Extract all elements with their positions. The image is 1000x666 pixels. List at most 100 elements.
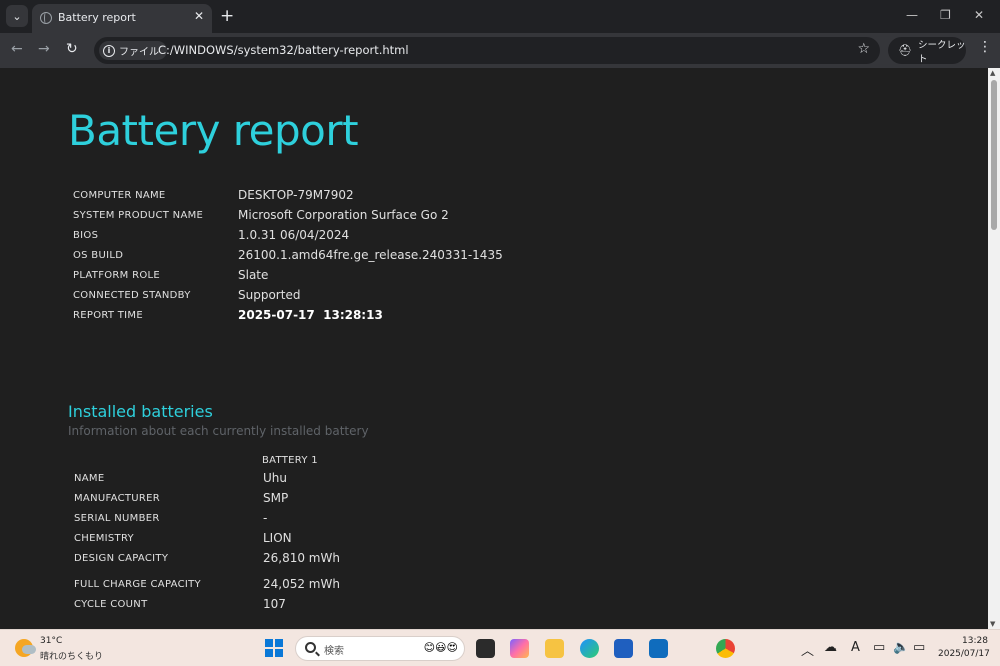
file-explorer-icon[interactable]: [545, 639, 564, 658]
copilot-icon[interactable]: [510, 639, 529, 658]
info-row: CONNECTED STANDBY Supported: [73, 288, 673, 310]
table-row: CHEMISTRY LION: [74, 531, 674, 553]
display-icon[interactable]: ▭: [873, 640, 885, 655]
address-bar[interactable]: i ファイル C:/WINDOWS/system32/battery-repor…: [94, 37, 880, 64]
page-scrollbar[interactable]: ▲ ▼: [988, 68, 1000, 629]
clock-time[interactable]: 13:28: [962, 636, 988, 646]
battery-value: LION: [263, 531, 292, 545]
info-label: COMPUTER NAME: [73, 190, 166, 201]
cloud-icon[interactable]: ☁: [824, 640, 837, 655]
battery-column-header: BATTERY 1: [262, 455, 318, 466]
weather-description[interactable]: 晴れのちくもり: [40, 649, 103, 662]
search-highlight-icon: 😊😃😍: [423, 641, 458, 654]
task-view-icon[interactable]: [476, 639, 495, 658]
search-placeholder: 検索: [324, 646, 344, 657]
more-menu-icon[interactable]: ⋮: [978, 39, 992, 55]
table-row: DESIGN CAPACITY 26,810 mWh: [74, 551, 674, 573]
info-value: Supported: [238, 288, 301, 302]
info-value: 26100.1.amd64fre.ge_release.240331-1435: [238, 248, 503, 262]
reload-button[interactable]: ↻: [66, 41, 78, 57]
minimize-button[interactable]: —: [906, 8, 918, 22]
battery-value: 26,810 mWh: [263, 551, 340, 565]
info-value: Microsoft Corporation Surface Go 2: [238, 208, 449, 222]
back-button[interactable]: ←: [11, 41, 23, 57]
battery-label: NAME: [74, 473, 105, 484]
battery-label: FULL CHARGE CAPACITY: [74, 579, 201, 590]
site-info-chip[interactable]: i ファイル: [99, 41, 167, 60]
edge-icon[interactable]: [580, 639, 599, 658]
chrome-icon[interactable]: [716, 639, 735, 658]
scroll-up-icon[interactable]: ▲: [990, 69, 995, 77]
info-row: COMPUTER NAME DESKTOP-79M7902: [73, 188, 673, 210]
new-tab-button[interactable]: +: [220, 6, 234, 26]
battery-value: Uhu: [263, 471, 287, 485]
battery-value: SMP: [263, 491, 289, 505]
restore-button[interactable]: ❐: [940, 8, 951, 22]
info-row: BIOS 1.0.31 06/04/2024: [73, 228, 673, 250]
forward-button[interactable]: →: [38, 41, 50, 57]
info-row: REPORT TIME 2025-07-17 13:28:13: [73, 308, 673, 330]
section-title: Installed batteries: [68, 402, 213, 421]
battery-label: CYCLE COUNT: [74, 599, 148, 610]
table-row: MANUFACTURER SMP: [74, 491, 674, 513]
clock-date[interactable]: 2025/07/17: [938, 649, 990, 659]
volume-icon[interactable]: 🔈: [893, 640, 909, 655]
globe-icon: [40, 12, 52, 24]
battery-value: 24,052 mWh: [263, 577, 340, 591]
info-value: Slate: [238, 268, 269, 282]
scroll-thumb[interactable]: [991, 80, 997, 230]
info-row: PLATFORM ROLE Slate: [73, 268, 673, 290]
info-label: CONNECTED STANDBY: [73, 290, 191, 301]
tab-title: Battery report: [58, 11, 136, 24]
info-label: SYSTEM PRODUCT NAME: [73, 210, 204, 221]
chip-label: ファイル: [119, 47, 159, 58]
incognito-label: シークレット: [917, 39, 966, 65]
ime-mode-icon[interactable]: A: [851, 640, 860, 655]
table-row: SERIAL NUMBER -: [74, 511, 674, 533]
browser-titlebar: ⌄ Battery report ✕ + — ❐ ✕: [0, 0, 1000, 33]
chevron-down-icon: ⌄: [12, 9, 22, 23]
info-icon: i: [103, 44, 115, 57]
tab-battery-report[interactable]: Battery report ✕: [32, 4, 212, 33]
taskbar-search-box[interactable]: 検索 😊😃😍: [295, 636, 465, 661]
store-icon[interactable]: [614, 639, 633, 658]
windows-start-icon[interactable]: [265, 639, 283, 657]
info-value: DESKTOP-79M7902: [238, 188, 354, 202]
browser-toolbar: ← → ↻ i ファイル C:/WINDOWS/system32/battery…: [0, 33, 1000, 68]
bookmark-star-icon[interactable]: ☆: [857, 41, 870, 57]
windows-taskbar: 31°C 晴れのちくもり 検索 😊😃😍 ︿ ☁ A ▭ 🔈 ▭ 13:28 20…: [0, 629, 1000, 666]
battery-label: MANUFACTURER: [74, 493, 160, 504]
tab-search-button[interactable]: ⌄: [6, 5, 28, 27]
table-row: NAME Uhu: [74, 471, 674, 493]
close-tab-icon[interactable]: ✕: [194, 9, 204, 23]
incognito-indicator[interactable]: ⛑ シークレット: [888, 37, 966, 65]
table-row: FULL CHARGE CAPACITY 24,052 mWh: [74, 577, 674, 599]
section-subtitle: Information about each currently install…: [68, 424, 369, 438]
url-text[interactable]: C:/WINDOWS/system32/battery-report.html: [158, 43, 409, 57]
info-label: OS BUILD: [73, 250, 124, 261]
info-label: PLATFORM ROLE: [73, 270, 160, 281]
info-value: 1.0.31 06/04/2024: [238, 228, 350, 242]
battery-value: 107: [263, 597, 286, 611]
info-label: REPORT TIME: [73, 310, 143, 321]
report-time-value: 2025-07-17 13:28:13: [238, 308, 383, 322]
close-window-button[interactable]: ✕: [974, 8, 984, 22]
incognito-icon: ⛑: [898, 44, 912, 57]
tray-chevron-up-icon[interactable]: ︿: [801, 640, 814, 659]
weather-temp[interactable]: 31°C: [40, 636, 62, 646]
weather-icon[interactable]: [15, 639, 36, 657]
battery-value: -: [263, 511, 268, 525]
scroll-down-icon[interactable]: ▼: [990, 620, 995, 628]
search-icon: [305, 642, 316, 653]
battery-label: DESIGN CAPACITY: [74, 553, 169, 564]
battery-label: SERIAL NUMBER: [74, 513, 160, 524]
page-content: Battery report COMPUTER NAME DESKTOP-79M…: [0, 68, 988, 629]
table-row: CYCLE COUNT 107: [74, 597, 674, 619]
info-label: BIOS: [73, 230, 99, 241]
info-row: OS BUILD 26100.1.amd64fre.ge_release.240…: [73, 248, 673, 270]
battery-icon[interactable]: ▭: [913, 640, 925, 655]
outlook-icon[interactable]: [649, 639, 668, 658]
info-row: SYSTEM PRODUCT NAME Microsoft Corporatio…: [73, 208, 673, 230]
battery-label: CHEMISTRY: [74, 533, 134, 544]
page-title: Battery report: [68, 106, 359, 155]
